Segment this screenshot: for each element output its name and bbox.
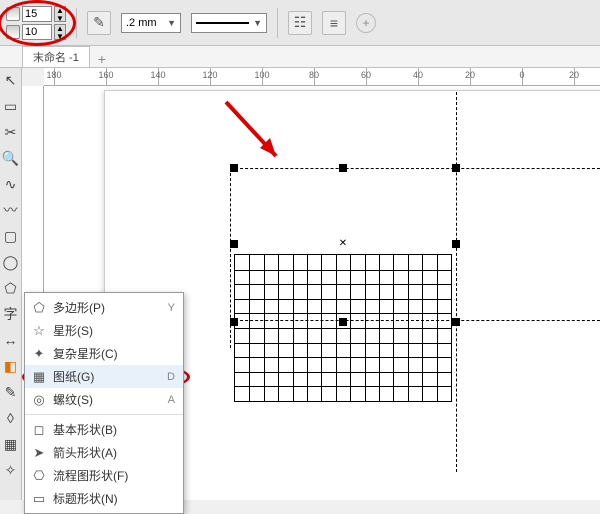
flyout-item[interactable]: ▭ 标题形状(N): [25, 487, 183, 510]
polygon-tool-icon[interactable]: ⬠: [2, 278, 20, 298]
eyedropper-tool-icon[interactable]: ✎: [2, 382, 20, 402]
outline-tool-icon[interactable]: ◊: [2, 408, 20, 428]
rows-icon: [6, 25, 20, 39]
flyout-item-icon: ◻: [31, 422, 47, 438]
line-sample-icon: [196, 22, 249, 24]
ruler-label: 120: [202, 70, 217, 80]
grid-cols-input[interactable]: [22, 6, 52, 22]
flyout-item[interactable]: ◻ 基本形状(B): [25, 418, 183, 441]
interactive-tool-icon[interactable]: ◧: [2, 356, 20, 376]
ruler-label: 140: [150, 70, 165, 80]
outline-pen-icon[interactable]: ✎: [87, 11, 111, 35]
curve-tool-icon[interactable]: 〰: [2, 200, 20, 220]
flyout-item-label: 螺纹(S): [53, 391, 93, 408]
pick-tool-icon[interactable]: ↖: [2, 70, 20, 90]
flyout-item-label: 标题形状(N): [53, 490, 118, 507]
ellipse-tool-icon[interactable]: ◯: [2, 252, 20, 272]
crop-tool-icon[interactable]: ✂: [2, 122, 20, 142]
rows-spinner[interactable]: ▲▼: [54, 24, 66, 40]
selection-handle[interactable]: [230, 164, 238, 172]
separator: [76, 8, 77, 38]
ruler-label: 20: [465, 70, 475, 80]
flyout-item-icon: ➤: [31, 445, 47, 461]
flyout-item-shortcut: Y: [168, 302, 175, 314]
ruler-label: 60: [361, 70, 371, 80]
flyout-item-icon: ◎: [31, 392, 47, 408]
freehand-tool-icon[interactable]: ∿: [2, 174, 20, 194]
selection-handle[interactable]: [230, 240, 238, 248]
zoom-tool-icon[interactable]: 🔍: [2, 148, 20, 168]
wrap-text-icon[interactable]: ☷: [288, 11, 312, 35]
flyout-item[interactable]: ▦ 图纸(G) D: [25, 365, 183, 388]
align-icon[interactable]: ≡: [322, 11, 346, 35]
ruler-label: 180: [46, 70, 61, 80]
flyout-item-icon: ⬠: [31, 300, 47, 316]
ruler-label: 0: [519, 70, 524, 80]
ruler-label: 160: [98, 70, 113, 80]
flyout-item-shortcut: D: [167, 371, 175, 383]
ruler-label: 80: [309, 70, 319, 80]
fill-tool-icon[interactable]: ▦: [2, 434, 20, 454]
flyout-item-label: 基本形状(B): [53, 421, 117, 438]
grid-rows-input[interactable]: [22, 24, 52, 40]
selection-guide: [230, 168, 600, 169]
ruler-label: 20: [569, 70, 579, 80]
text-tool-icon[interactable]: 字: [2, 304, 20, 324]
selection-guide: [456, 92, 457, 472]
flyout-item-label: 星形(S): [53, 322, 93, 339]
separator: [277, 8, 278, 38]
selection-handle[interactable]: [452, 240, 460, 248]
flyout-item[interactable]: ⎔ 流程图形状(F): [25, 464, 183, 487]
flyout-item-icon: ⎔: [31, 468, 47, 484]
flyout-item[interactable]: ✦ 复杂星形(C): [25, 342, 183, 365]
grid-object[interactable]: [234, 254, 452, 402]
flyout-item-icon: ▭: [31, 491, 47, 507]
document-tab[interactable]: 末命名 -1: [22, 46, 90, 67]
flyout-item-label: 多边形(P): [53, 299, 105, 316]
tab-label: 末命名 -1: [33, 52, 79, 64]
plus-icon[interactable]: +: [356, 13, 376, 33]
flyout-item-label: 复杂星形(C): [53, 345, 118, 362]
cols-spinner[interactable]: ▲▼: [54, 6, 66, 22]
toolbox: ↖ ▭ ✂ 🔍 ∿ 〰 ▢ ◯ ⬠ 字 ↔ ◧ ✎ ◊ ▦ ✧: [0, 68, 22, 500]
flyout-item[interactable]: ☆ 星形(S): [25, 319, 183, 342]
line-style-dropdown[interactable]: ▼: [191, 13, 267, 33]
flyout-item-shortcut: A: [168, 394, 175, 406]
flyout-item-label: 流程图形状(F): [53, 467, 128, 484]
flyout-item-icon: ✦: [31, 346, 47, 362]
shape-flyout-menu: ⬠ 多边形(P) Y ☆ 星形(S) ✦ 复杂星形(C) ▦ 图纸(G) D ◎ 螺纹(S) A ◻ 基本形…: [24, 292, 184, 514]
rectangle-tool-icon[interactable]: ▢: [2, 226, 20, 246]
property-bar: ▲▼ ▲▼ ✎ .2 mm ▼ ▼ ☷ ≡ +: [0, 0, 600, 46]
flyout-item[interactable]: ◎ 螺纹(S) A: [25, 388, 183, 411]
stroke-width-dropdown[interactable]: .2 mm ▼: [121, 13, 181, 33]
flyout-item-label: 箭头形状(A): [53, 444, 117, 461]
flyout-item-label: 图纸(G): [53, 368, 94, 385]
selection-handle[interactable]: [452, 164, 460, 172]
effects-tool-icon[interactable]: ✧: [2, 460, 20, 480]
flyout-item[interactable]: ⬠ 多边形(P) Y: [25, 296, 183, 319]
chevron-down-icon: ▼: [253, 18, 262, 28]
selection-center-icon[interactable]: ✕: [338, 238, 348, 248]
ruler-label: 40: [413, 70, 423, 80]
ruler-label: 100: [254, 70, 269, 80]
flyout-item-icon: ▦: [31, 369, 47, 385]
selection-handle[interactable]: [339, 164, 347, 172]
selection-handle[interactable]: [452, 318, 460, 326]
stroke-width-value: .2 mm: [126, 17, 157, 29]
cols-icon: [6, 7, 20, 21]
flyout-item[interactable]: ➤ 箭头形状(A): [25, 441, 183, 464]
selection-handle[interactable]: [339, 318, 347, 326]
tab-bar: 末命名 -1 +: [0, 46, 600, 68]
new-tab-button[interactable]: +: [94, 51, 110, 67]
flyout-item-icon: ☆: [31, 323, 47, 339]
dimension-tool-icon[interactable]: ↔: [2, 330, 20, 350]
chevron-down-icon: ▼: [167, 18, 176, 28]
ruler-horizontal: 180 160 140 120 100 80 60 40 20 0 20: [44, 68, 600, 86]
shape-tool-icon[interactable]: ▭: [2, 96, 20, 116]
selection-handle[interactable]: [230, 318, 238, 326]
grid-dim-inputs: ▲▼ ▲▼: [6, 6, 66, 40]
